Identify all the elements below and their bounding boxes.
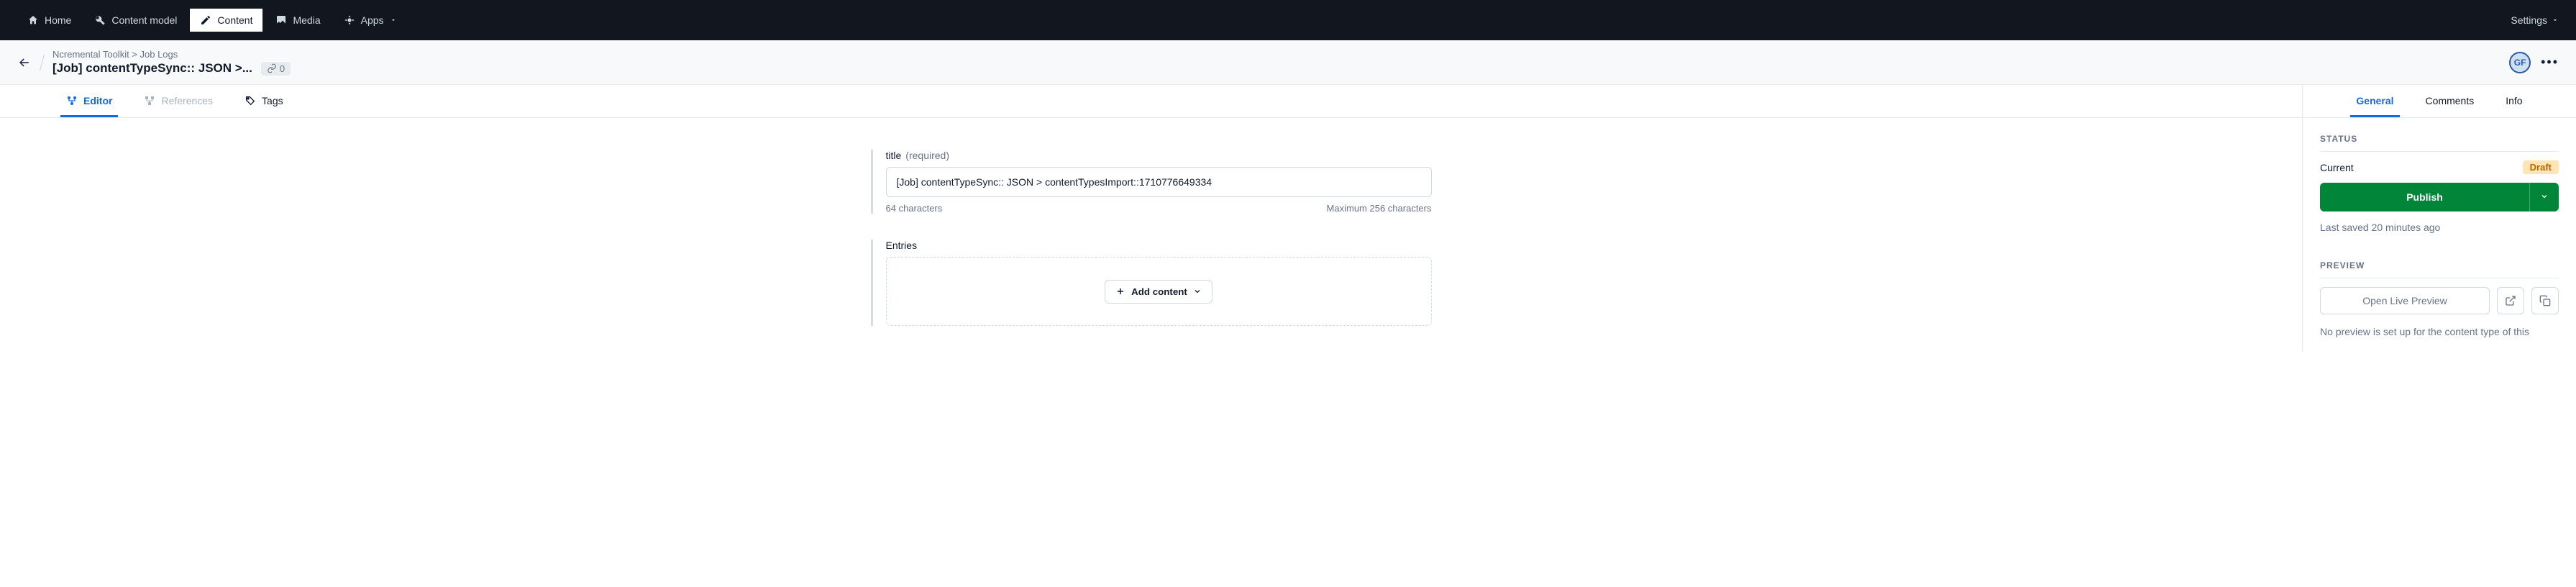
nav-content-model[interactable]: Content model: [84, 9, 187, 32]
publish-button[interactable]: Publish: [2320, 183, 2559, 211]
external-link-icon: [2505, 295, 2516, 306]
sidebar-tabs: General Comments Info: [2303, 85, 2576, 118]
nav-apps[interactable]: Apps: [334, 9, 407, 32]
back-arrow-icon[interactable]: [17, 55, 32, 70]
field-title: title (required) 64 characters Maximum 2…: [871, 150, 1432, 214]
copy-button[interactable]: [2531, 287, 2559, 314]
max-chars: Maximum 256 characters: [1327, 203, 1432, 214]
nav-content-model-label: Content model: [111, 14, 177, 26]
field-entries: Entries Add content: [871, 240, 1432, 326]
apps-icon: [344, 14, 355, 26]
entries-label: Entries: [886, 240, 918, 251]
references-icon: [144, 95, 155, 106]
main-tabs: Editor References Tags: [0, 85, 2302, 118]
external-link-button[interactable]: [2497, 287, 2524, 314]
caret-down-icon: [390, 17, 397, 24]
top-nav: Home Content model Content Media Apps Se…: [0, 0, 2576, 40]
breadcrumb[interactable]: Ncremental Toolkit > Job Logs: [52, 49, 291, 60]
preview-heading: PREVIEW: [2320, 260, 2559, 278]
home-icon: [27, 14, 39, 26]
nav-home[interactable]: Home: [17, 9, 81, 32]
subheader: Ncremental Toolkit > Job Logs [Job] cont…: [0, 40, 2576, 85]
tab-general[interactable]: General: [2350, 85, 2399, 117]
nav-media[interactable]: Media: [265, 9, 330, 32]
wrench-icon: [94, 14, 106, 26]
media-icon: [275, 14, 287, 26]
nav-content-label: Content: [217, 14, 252, 26]
tab-tags-label: Tags: [262, 95, 283, 106]
pencil-icon: [200, 14, 211, 26]
tab-editor[interactable]: Editor: [60, 85, 118, 117]
title-block: Ncremental Toolkit > Job Logs [Job] cont…: [52, 49, 291, 76]
tab-comments-label: Comments: [2426, 95, 2475, 106]
title-label: title: [886, 150, 902, 161]
publish-label: Publish: [2320, 183, 2529, 211]
chevron-down-icon: [1193, 287, 1202, 296]
add-content-label: Add content: [1131, 286, 1187, 297]
title-input[interactable]: [886, 167, 1432, 197]
tag-icon: [245, 95, 256, 106]
tab-tags[interactable]: Tags: [239, 85, 289, 117]
page-title: [Job] contentTypeSync:: JSON >...: [52, 61, 252, 76]
nav-apps-label: Apps: [361, 14, 384, 26]
linked-entries-badge[interactable]: 0: [261, 62, 291, 76]
open-preview-button[interactable]: Open Live Preview: [2320, 287, 2490, 314]
preview-note: No preview is set up for the content typ…: [2320, 314, 2559, 337]
chevron-down-icon: [2540, 192, 2549, 201]
editor-icon: [66, 95, 78, 106]
copy-icon: [2539, 295, 2551, 306]
nav-home-label: Home: [45, 14, 71, 26]
last-saved: Last saved 20 minutes ago: [2320, 211, 2559, 239]
tab-references-label: References: [161, 95, 213, 106]
tab-info[interactable]: Info: [2500, 85, 2528, 117]
caret-down-icon: [2552, 17, 2559, 24]
tab-info-label: Info: [2506, 95, 2522, 106]
divider: [40, 54, 45, 70]
status-heading: STATUS: [2320, 134, 2559, 152]
add-content-button[interactable]: Add content: [1105, 280, 1212, 304]
status-badge: Draft: [2523, 160, 2559, 174]
linked-count: 0: [280, 63, 285, 74]
settings-menu[interactable]: Settings: [2511, 14, 2559, 26]
editor-form: title (required) 64 characters Maximum 2…: [871, 150, 1432, 326]
nav-content[interactable]: Content: [190, 9, 262, 32]
nav-media-label: Media: [293, 14, 320, 26]
nav-items: Home Content model Content Media Apps: [17, 9, 2511, 32]
main: Editor References Tags title (required): [0, 85, 2303, 352]
status-section: STATUS Current Draft Publish Last saved …: [2303, 118, 2576, 245]
publish-caret[interactable]: [2529, 183, 2559, 211]
avatar[interactable]: GF: [2509, 52, 2531, 73]
title-required: (required): [905, 150, 949, 161]
current-label: Current: [2320, 162, 2354, 173]
tab-general-label: General: [2356, 95, 2393, 106]
tab-references: References: [138, 85, 219, 117]
entries-dropzone[interactable]: Add content: [886, 257, 1432, 326]
char-count: 64 characters: [886, 203, 943, 214]
settings-label: Settings: [2511, 14, 2547, 26]
right-sidebar: General Comments Info STATUS Current Dra…: [2303, 85, 2576, 352]
tab-comments[interactable]: Comments: [2420, 85, 2480, 117]
plus-icon: [1115, 286, 1125, 296]
preview-section: PREVIEW Open Live Preview No preview is …: [2303, 245, 2576, 343]
more-actions[interactable]: •••: [2541, 55, 2559, 70]
link-icon: [267, 63, 277, 73]
tab-editor-label: Editor: [83, 95, 112, 106]
